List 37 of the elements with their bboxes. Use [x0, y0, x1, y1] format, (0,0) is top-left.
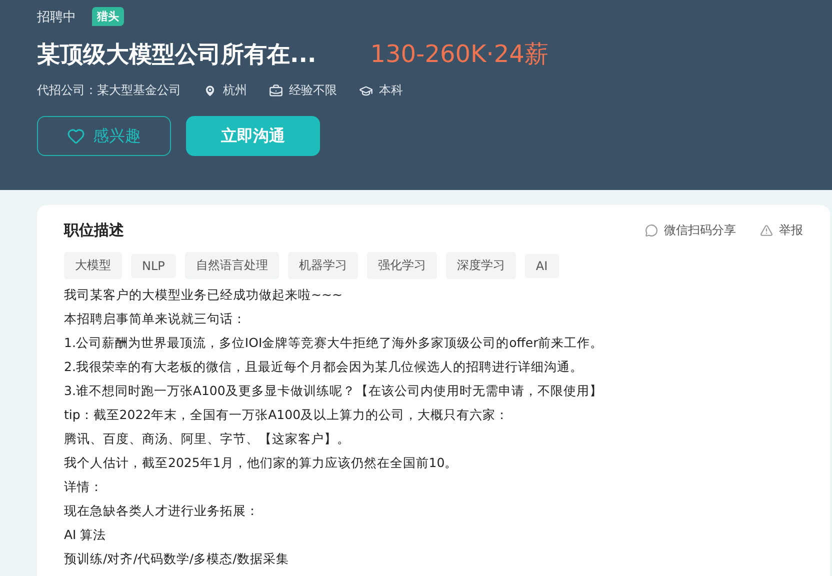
- graduation-cap-icon: [359, 84, 373, 98]
- description-line: 现在急缺各类人才进行业务拓展：: [64, 502, 260, 520]
- location-pin-icon: [203, 84, 217, 98]
- skill-tag: 机器学习: [288, 252, 358, 279]
- chat-bubble-icon: [645, 224, 658, 237]
- skill-tag: 强化学习: [366, 252, 437, 279]
- interest-button[interactable]: 感兴趣: [37, 116, 171, 156]
- job-title: 某顶级大模型公司所有在...: [37, 40, 316, 70]
- briefcase-icon: [269, 84, 283, 98]
- description-line: 腾讯、百度、商汤、阿里、字节、【这家客户】。: [64, 430, 351, 448]
- warning-icon: [760, 224, 773, 237]
- meta-text: 经验不限: [289, 82, 337, 99]
- description-line: 本招聘启事简单来说就三句话：: [64, 310, 247, 328]
- meta-text: 本科: [379, 82, 403, 99]
- description-line: 1.公司薪酬为世界最顶流，多位IOI金牌等竞赛大牛拒绝了海外多家顶级公司的offer前来工作。: [64, 334, 604, 352]
- card-title: 职位描述: [64, 221, 124, 240]
- description-line: 详情：: [64, 478, 104, 496]
- skill-tag: AI: [524, 254, 559, 278]
- description-line: 我司某客户的大模型业务已经成功做起来啦~~~: [64, 286, 344, 304]
- meta-text: 杭州: [223, 82, 247, 99]
- heart-icon: [67, 127, 85, 145]
- salary: 130-260K·24薪: [370, 39, 548, 70]
- skill-tag: NLP: [131, 254, 176, 278]
- skill-tag: 自然语言处理: [184, 252, 279, 279]
- report-link[interactable]: 举报: [760, 222, 803, 239]
- description-line: 我个人估计，截至2025年1月，他们家的算力应该仍然在全国前10。: [64, 454, 459, 472]
- description-line: AI 算法: [64, 526, 108, 544]
- description-line: 预训练/对齐/代码数学/多模态/数据采集: [64, 550, 290, 568]
- status-label: 招聘中: [37, 8, 76, 26]
- description-line: 3.谁不想同时跑一万张A100及更多显卡做训练呢？【在该公司内使用时无需申请，不限使用】: [64, 382, 604, 400]
- headhunter-badge: 猎头: [92, 7, 124, 26]
- skill-tag: 深度学习: [446, 252, 516, 279]
- description-line: 2.我很荣幸的有大老板的微信，且最近每个月都会因为某几位候选人的招聘进行详细沟通。: [64, 358, 584, 376]
- share-link[interactable]: 微信扫码分享: [645, 222, 736, 239]
- skill-tag: 大模型: [64, 252, 122, 279]
- description-line: tip：截至2022年末，全国有一万张A100及以上算力的公司，大概只有六家：: [64, 406, 510, 424]
- meta-text: 代招公司：某大型基金公司: [37, 82, 181, 99]
